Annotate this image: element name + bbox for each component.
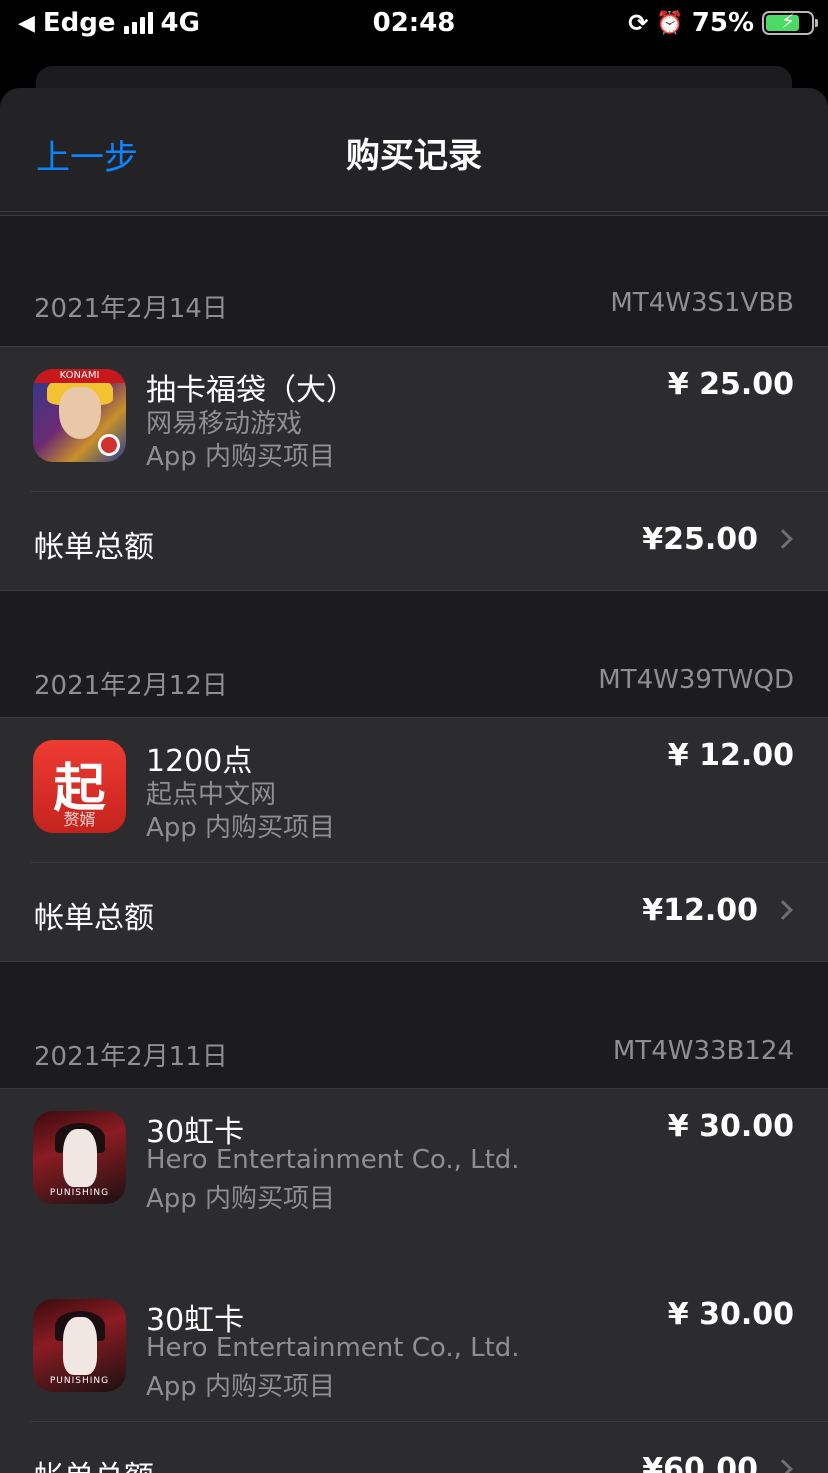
battery-icon: ⚡ <box>762 9 818 35</box>
chevron-right-icon <box>773 900 793 920</box>
bill-total-amount: ¥60.00 <box>642 1452 758 1473</box>
purchase-group: KONAMI 抽卡福袋（大） 网易移动游戏 App 内购买项目 ¥ 25.00 … <box>0 346 828 591</box>
status-bar: ◀ Edge 4G 02:48 ⟳ ⏰ 75% ⚡ <box>0 0 828 46</box>
item-price: ¥ 25.00 <box>667 367 794 402</box>
icon-caption: 赘婿 <box>63 810 96 829</box>
purchase-item[interactable]: KONAMI 抽卡福袋（大） 网易移动游戏 App 内购买项目 ¥ 25.00 <box>0 347 828 491</box>
item-type: App 内购买项目 <box>146 813 336 843</box>
bill-total-label: 帐单总额 <box>34 901 154 936</box>
item-price: ¥ 12.00 <box>667 738 794 773</box>
bill-total-row[interactable]: 帐单总额 ¥25.00 <box>0 492 828 590</box>
order-id: MT4W3S1VBB <box>610 288 794 318</box>
netease-badge-icon <box>98 434 120 456</box>
bill-total-label: 帐单总额 <box>34 1452 154 1473</box>
purchase-date: 2021年2月11日 <box>34 1042 228 1072</box>
item-price: ¥ 30.00 <box>667 1109 794 1144</box>
group-header: 2021年2月12日 MT4W39TWQD <box>0 665 828 717</box>
item-developer: 网易移动游戏 <box>146 409 303 439</box>
page-title: 购买记录 <box>346 136 482 176</box>
bill-total-row[interactable]: 帐单总额 ¥60.00 <box>0 1422 828 1473</box>
bill-total-row[interactable]: 帐单总额 ¥12.00 <box>0 863 828 961</box>
item-price: ¥ 30.00 <box>667 1297 794 1332</box>
alarm-icon: ⏰ <box>656 10 684 36</box>
purchase-date: 2021年2月14日 <box>34 294 228 324</box>
icon-art <box>63 1317 97 1375</box>
item-developer: Hero Entertainment Co., Ltd. <box>146 1333 520 1363</box>
purchase-item[interactable]: 起 赘婿 1200点 起点中文网 App 内购买项目 ¥ 12.00 <box>0 718 828 862</box>
purchase-item[interactable]: PUNISHING 30虹卡 Hero Entertainment Co., L… <box>0 1089 828 1277</box>
bill-total-amount: ¥25.00 <box>642 522 758 557</box>
item-developer: 起点中文网 <box>146 780 277 810</box>
bill-total-label: 帐单总额 <box>34 530 154 565</box>
item-type: App 内购买项目 <box>146 442 336 472</box>
icon-caption: PUNISHING <box>49 1188 110 1198</box>
punishing-app-icon: PUNISHING <box>33 1111 126 1204</box>
item-type: App 内购买项目 <box>146 1372 336 1402</box>
chevron-right-icon <box>773 1459 793 1473</box>
status-right: ⟳ ⏰ 75% ⚡ <box>628 8 818 38</box>
icon-art <box>59 387 101 439</box>
icon-art <box>63 1129 97 1187</box>
bill-total-amount: ¥12.00 <box>642 893 758 928</box>
group-header: 2021年2月11日 MT4W33B124 <box>0 1036 828 1088</box>
qidian-app-icon: 起 赘婿 <box>33 740 126 833</box>
purchase-group: PUNISHING 30虹卡 Hero Entertainment Co., L… <box>0 1088 828 1473</box>
yugioh-app-icon: KONAMI <box>33 369 126 462</box>
purchase-item[interactable]: PUNISHING 30虹卡 Hero Entertainment Co., L… <box>0 1277 828 1421</box>
icon-caption: PUNISHING <box>49 1376 110 1386</box>
order-id: MT4W39TWQD <box>598 665 794 695</box>
punishing-app-icon: PUNISHING <box>33 1299 126 1392</box>
group-header: 2021年2月14日 MT4W3S1VBB <box>0 276 828 346</box>
purchase-history-sheet: 上一步 购买记录 2021年2月14日 MT4W3S1VBB KONAMI 抽卡… <box>0 88 828 1473</box>
chevron-right-icon <box>773 529 793 549</box>
charging-bolt-icon: ⚡ <box>780 9 796 33</box>
purchase-date: 2021年2月12日 <box>34 671 228 701</box>
item-type: App 内购买项目 <box>146 1184 336 1214</box>
battery-percent: 75% <box>691 8 754 38</box>
nav-bar: 上一步 购买记录 <box>0 88 828 212</box>
order-id: MT4W33B124 <box>612 1036 794 1066</box>
rotation-lock-icon: ⟳ <box>628 9 649 37</box>
item-developer: Hero Entertainment Co., Ltd. <box>146 1145 520 1175</box>
purchase-group: 起 赘婿 1200点 起点中文网 App 内购买项目 ¥ 12.00 帐单总额 … <box>0 717 828 962</box>
icon-brand-strip: KONAMI <box>33 369 126 383</box>
